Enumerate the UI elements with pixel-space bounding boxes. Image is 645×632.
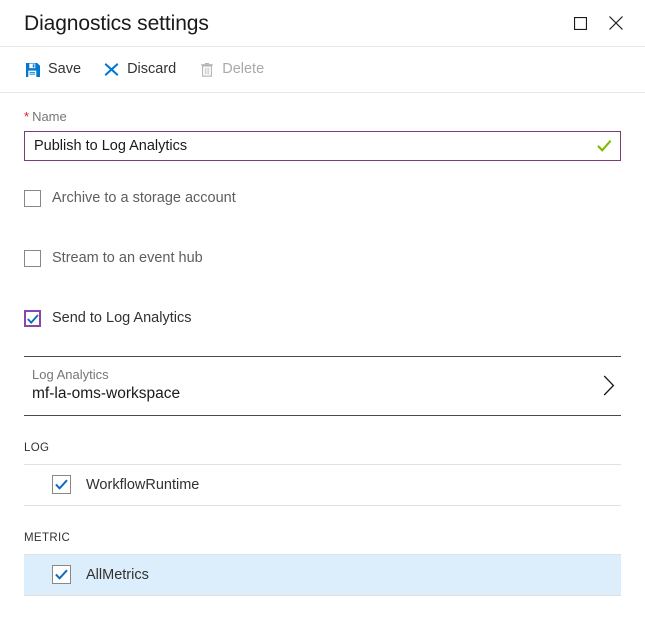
command-bar: Save Discard Delete: [0, 47, 645, 93]
save-label: Save: [48, 61, 82, 78]
title-bar: Diagnostics settings: [0, 0, 645, 47]
checkbox-log-analytics[interactable]: [24, 310, 41, 328]
checkbox-row-event-hub[interactable]: Stream to an event hub: [24, 249, 621, 269]
checkbox-row-log-analytics[interactable]: Send to Log Analytics: [24, 309, 621, 329]
category-row-allmetrics[interactable]: AllMetrics: [24, 554, 621, 596]
workspace-picker-value: mf-la-oms-workspace: [32, 385, 181, 403]
category-label-workflowruntime: WorkflowRuntime: [86, 476, 200, 493]
maximize-icon[interactable]: [565, 8, 595, 38]
checkbox-label-log-analytics: Send to Log Analytics: [52, 310, 192, 327]
green-check-icon: [597, 139, 612, 152]
discard-x-icon: [103, 61, 120, 78]
checkbox-archive-storage[interactable]: [24, 190, 41, 208]
metric-category-list: AllMetrics: [24, 553, 621, 596]
save-floppy-icon: [24, 61, 41, 78]
checkbox-workflowruntime[interactable]: [52, 475, 71, 495]
delete-button: Delete: [190, 56, 276, 83]
delete-trash-icon: [198, 61, 215, 78]
name-label-text: Name: [32, 109, 67, 124]
page-title: Diagnostics settings: [24, 11, 209, 35]
close-icon[interactable]: [601, 8, 631, 38]
metric-section-title: METRIC: [24, 531, 71, 544]
workspace-picker-texts: Log Analytics mf-la-oms-workspace: [32, 367, 180, 404]
save-button[interactable]: Save: [16, 56, 93, 83]
name-input-wrapper: [24, 130, 621, 161]
settings-form: *Name Archive to a storage account Strea…: [0, 109, 645, 596]
chevron-right-icon: [603, 375, 621, 396]
discard-button[interactable]: Discard: [95, 56, 188, 83]
category-row-workflowruntime[interactable]: WorkflowRuntime: [24, 465, 621, 506]
log-analytics-workspace-picker[interactable]: Log Analytics mf-la-oms-workspace: [24, 355, 621, 416]
checkbox-allmetrics[interactable]: [52, 565, 71, 585]
delete-label: Delete: [222, 61, 265, 78]
checkbox-row-archive-storage[interactable]: Archive to a storage account: [24, 189, 621, 209]
checkbox-label-archive-storage: Archive to a storage account: [52, 190, 236, 207]
discard-label: Discard: [127, 61, 177, 78]
required-asterisk: *: [24, 109, 30, 124]
log-category-list: WorkflowRuntime: [24, 463, 621, 506]
checkbox-label-event-hub: Stream to an event hub: [52, 250, 203, 267]
name-field-label: * Name: [24, 109, 621, 125]
workspace-picker-caption: Log Analytics: [32, 366, 109, 382]
checkbox-event-hub[interactable]: [24, 250, 41, 268]
window-controls: [565, 8, 631, 38]
log-section-title: LOG: [24, 441, 50, 454]
category-label-allmetrics: AllMetrics: [86, 566, 149, 583]
name-input[interactable]: [25, 131, 620, 160]
